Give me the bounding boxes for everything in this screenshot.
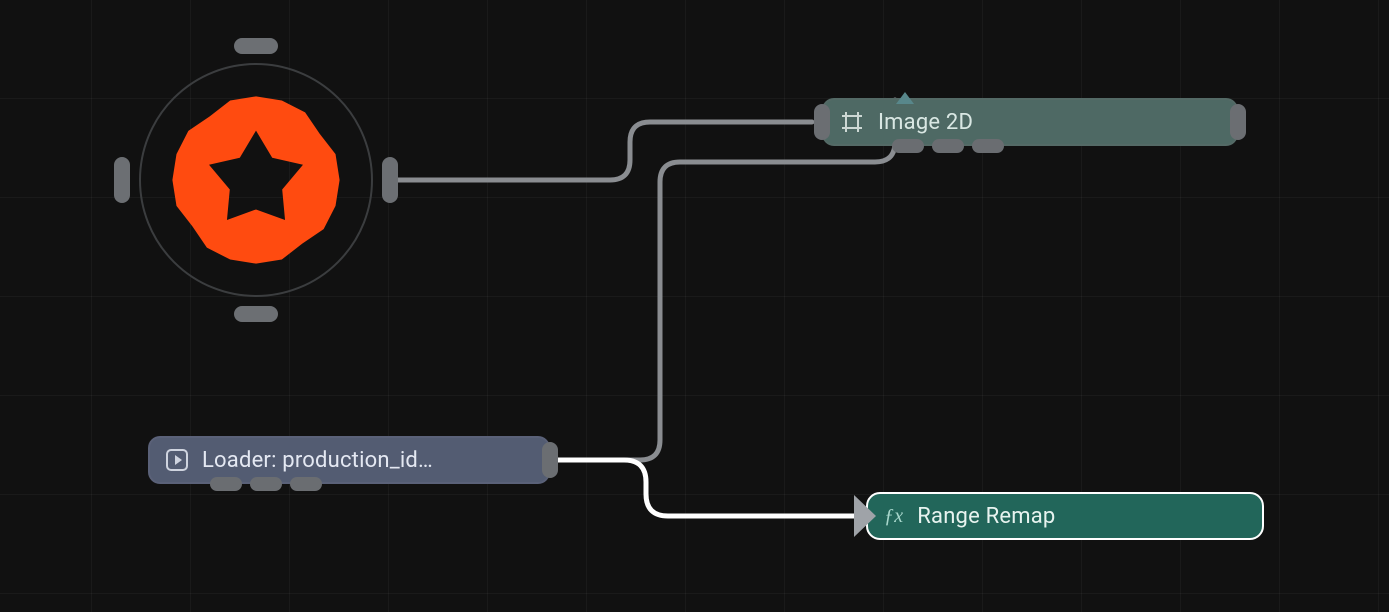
node-range-remap-input-port[interactable] <box>854 495 876 537</box>
source-port-left[interactable] <box>114 157 130 203</box>
node-image-2d-secondary-input[interactable] <box>896 92 914 104</box>
node-image-2d-output-port[interactable] <box>1230 104 1246 140</box>
source-port-top[interactable] <box>234 38 278 54</box>
source-port-right[interactable] <box>382 157 398 203</box>
node-loader-label: Loader: production_id… <box>202 448 530 473</box>
subport[interactable] <box>250 477 282 491</box>
node-image-2d-input-port[interactable] <box>814 104 830 140</box>
source-node[interactable] <box>116 40 396 320</box>
gear-icon <box>161 85 351 275</box>
wire-source-to-image2d[interactable] <box>397 122 812 180</box>
subport[interactable] <box>972 139 1004 153</box>
node-range-remap[interactable]: ƒx Range Remap <box>866 492 1264 540</box>
node-image-2d-subports <box>892 139 1004 153</box>
node-range-remap-label: Range Remap <box>917 504 1244 529</box>
play-icon <box>166 449 188 471</box>
wire-loader-to-image2d[interactable] <box>551 100 895 460</box>
node-graph-canvas[interactable]: Image 2D Loader: production_id… ƒx Range… <box>0 0 1389 612</box>
fx-icon: ƒx <box>884 505 903 528</box>
node-loader-output-port[interactable] <box>542 442 558 478</box>
crop-frame-icon <box>840 110 864 134</box>
source-port-bottom[interactable] <box>234 306 278 322</box>
subport[interactable] <box>290 477 322 491</box>
node-loader-subports <box>210 477 322 491</box>
subport[interactable] <box>210 477 242 491</box>
node-image-2d-label: Image 2D <box>878 110 1218 135</box>
node-loader[interactable]: Loader: production_id… <box>148 436 550 484</box>
subport[interactable] <box>932 139 964 153</box>
node-image-2d[interactable]: Image 2D <box>822 98 1238 146</box>
subport[interactable] <box>892 139 924 153</box>
wire-loader-to-range-remap[interactable] <box>551 460 856 516</box>
